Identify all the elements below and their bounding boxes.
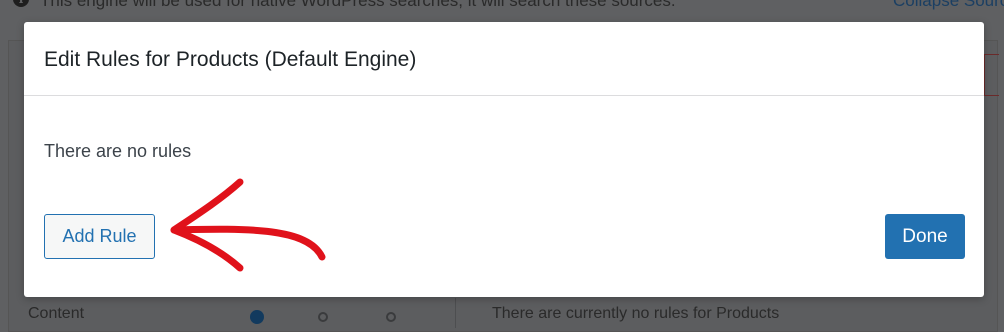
info-icon: i xyxy=(13,0,29,7)
panel-divider xyxy=(455,298,456,328)
modal-header: Edit Rules for Products (Default Engine) xyxy=(24,22,984,96)
edit-rules-modal: Edit Rules for Products (Default Engine)… xyxy=(24,22,984,297)
slider-step xyxy=(318,312,328,322)
slider-step xyxy=(386,312,396,322)
engine-notice: i This engine will be used for native Wo… xyxy=(0,0,1004,11)
empty-rules-text: There are no rules xyxy=(44,141,192,161)
slider-knob[interactable] xyxy=(250,310,264,324)
side-control xyxy=(984,54,999,96)
engine-notice-text: This engine will be used for native Word… xyxy=(40,0,676,10)
no-rules-notice: There are currently no rules for Product… xyxy=(492,305,780,322)
content-label: Content xyxy=(28,305,85,322)
content-weight-slider[interactable] xyxy=(250,310,400,324)
collapse-sources-link[interactable]: Collapse Sources xyxy=(893,0,1004,11)
add-rule-button[interactable]: Add Rule xyxy=(44,214,155,259)
modal-title: Edit Rules for Products (Default Engine) xyxy=(44,48,417,71)
done-button[interactable]: Done xyxy=(885,214,965,259)
